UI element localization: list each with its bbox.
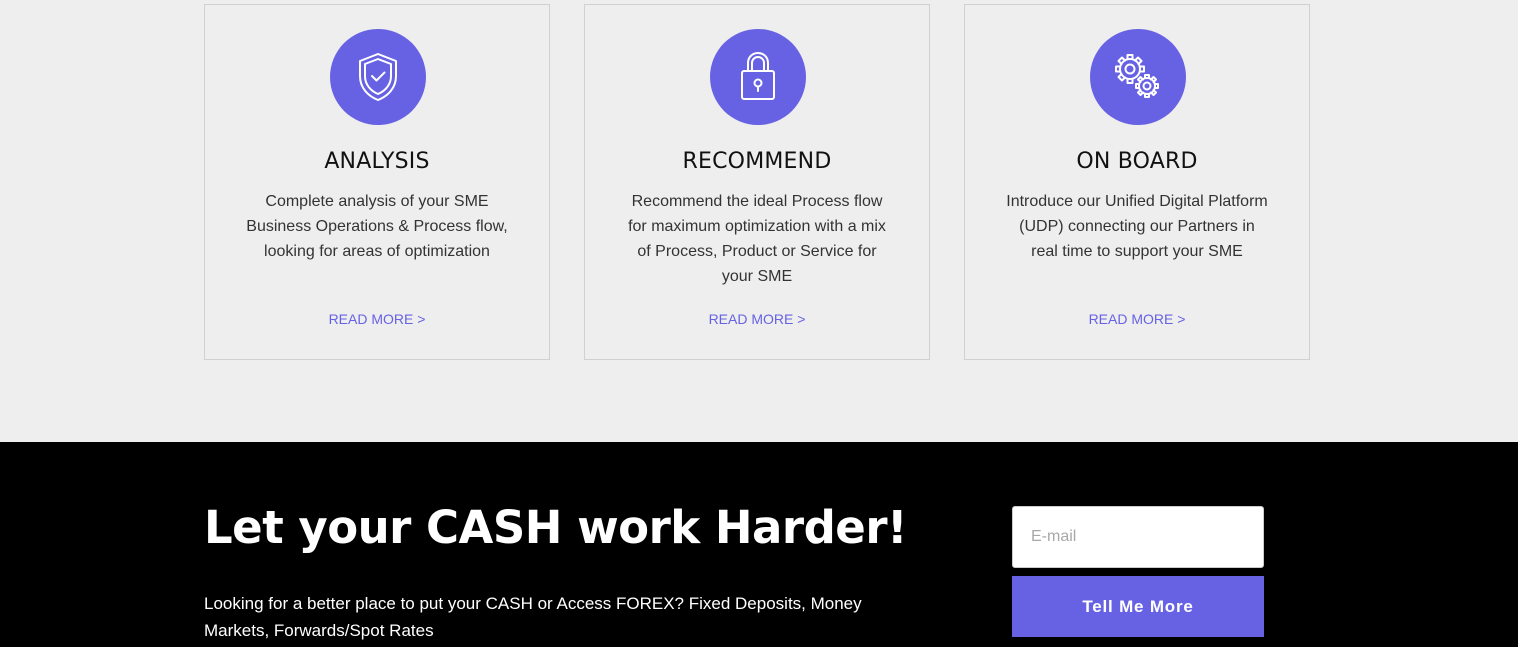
service-card-recommend: RECOMMEND Recommend the ideal Process fl… [584,4,930,360]
shield-check-icon [330,29,426,125]
card-title: ON BOARD [1076,149,1198,174]
email-field[interactable] [1012,506,1264,568]
gears-icon [1090,29,1186,125]
cta-section: Let your CASH work Harder! Looking for a… [0,442,1518,647]
read-more-link[interactable]: READ MORE > [965,311,1309,327]
card-description: Complete analysis of your SME Business O… [246,193,508,260]
services-section: ANALYSIS Complete analysis of your SME B… [0,0,1518,442]
read-more-link[interactable]: READ MORE > [205,311,549,327]
padlock-icon [710,29,806,125]
tell-me-more-button[interactable]: Tell Me More [1012,576,1264,637]
card-description: Recommend the ideal Process flow for max… [628,193,886,285]
cta-heading: Let your CASH work Harder! [204,501,908,554]
service-card-analysis: ANALYSIS Complete analysis of your SME B… [204,4,550,360]
read-more-link[interactable]: READ MORE > [585,311,929,327]
card-title: RECOMMEND [682,149,832,174]
card-title: ANALYSIS [324,149,430,174]
cta-description: Looking for a better place to put your C… [204,594,862,640]
card-description: Introduce our Unified Digital Platform (… [1006,193,1268,260]
service-card-on-board: ON BOARD Introduce our Unified Digital P… [964,4,1310,360]
